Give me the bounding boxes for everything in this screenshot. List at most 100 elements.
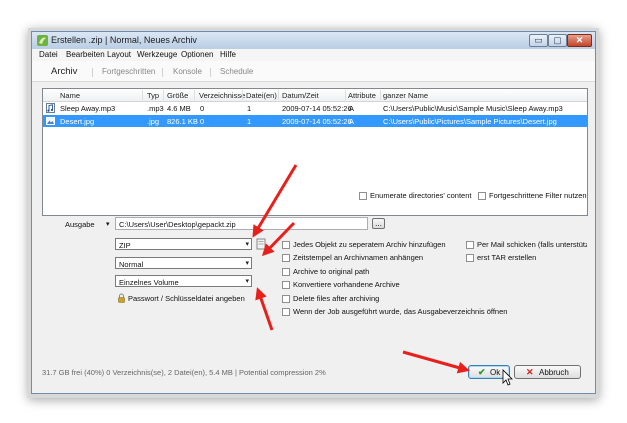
tar-first-checkbox[interactable] — [466, 254, 474, 262]
file-dirs: 0 — [200, 117, 205, 126]
option-label: Konvertiere vorhandene Archive — [293, 280, 400, 289]
enumerate-directories-label: Enumerate directories' content — [370, 191, 472, 200]
tab-archiv[interactable]: Archiv — [51, 66, 77, 77]
file-name: Desert.jpg — [60, 117, 95, 126]
menu-layout[interactable]: Layout — [107, 50, 131, 59]
column-separator — [278, 90, 279, 100]
format-combo[interactable]: ZIP ▾ — [115, 238, 252, 250]
checkmark-icon: ✔ — [478, 367, 486, 377]
file-full-path: C:\Users\Public\Music\Sample Music\Sleep… — [383, 104, 563, 113]
table-row[interactable]: Desert.jpg .jpg 826.1 KB 0 1 2009-07-14 … — [43, 115, 587, 127]
browse-button[interactable]: ... — [372, 218, 385, 229]
tab-separator — [162, 68, 163, 77]
menu-bearbeiten[interactable]: Bearbeiten — [66, 50, 105, 59]
title-bar[interactable]: Erstellen .zip | Normal, Neues Archiv ▭ … — [32, 32, 595, 50]
tab-separator — [210, 68, 211, 77]
settings-sheet-icon[interactable] — [256, 238, 266, 250]
tab-fortgeschritten[interactable]: Fortgeschritten — [102, 67, 155, 76]
file-date: 2009-07-14 05:52:26 — [282, 104, 352, 113]
volume-combo[interactable]: Einzelnes Volume ▾ — [115, 275, 252, 287]
minimize-button[interactable]: ▭ — [529, 34, 548, 47]
column-attribute[interactable]: Attribute — [348, 91, 376, 100]
tar-first-label: erst TAR erstellen — [477, 253, 537, 262]
option-checkbox[interactable] — [282, 295, 290, 303]
file-count: 1 — [247, 117, 252, 126]
column-separator — [242, 90, 243, 100]
output-label: Ausgabe — [65, 220, 95, 229]
menu-optionen[interactable]: Optionen — [181, 50, 213, 59]
menu-bar: Datei Bearbeiten Layout Werkzeuge Option… — [32, 49, 595, 61]
chevron-down-icon: ▾ — [245, 260, 249, 267]
main-window: Erstellen .zip | Normal, Neues Archiv ▭ … — [31, 31, 596, 394]
window-title: Erstellen .zip | Normal, Neues Archiv — [51, 35, 197, 45]
app-logo-icon — [37, 35, 48, 46]
maximize-button[interactable]: ▢ — [548, 34, 567, 47]
send-mail-checkbox[interactable] — [466, 241, 474, 249]
output-dropdown-icon[interactable]: ▾ — [106, 220, 110, 228]
enumerate-directories-checkbox[interactable] — [359, 192, 367, 200]
output-path-input[interactable]: C:\Users\User\Desktop\gepackt.zip — [115, 217, 368, 230]
chevron-down-icon: ▾ — [245, 241, 249, 248]
option-checkbox[interactable] — [282, 241, 290, 249]
close-button[interactable]: ✕ — [567, 34, 592, 47]
advanced-filter-label: Fortgeschrittene Filter nutzen — [489, 191, 587, 200]
column-datum[interactable]: Datum/Zeit — [282, 91, 319, 100]
close-icon: ✕ — [526, 367, 534, 377]
menu-hilfe[interactable]: Hilfe — [220, 50, 236, 59]
column-separator — [142, 90, 143, 100]
ok-label: Ok — [490, 368, 501, 377]
file-type: .jpg — [147, 117, 160, 126]
file-dirs: 0 — [200, 104, 205, 113]
file-attr: A — [349, 104, 355, 113]
column-verzeichnisse[interactable]: Verzeichnisse — [199, 91, 245, 100]
tab-schedule[interactable]: Schedule — [220, 67, 253, 76]
image-file-icon — [46, 117, 55, 125]
column-dateien[interactable]: Datei(en) — [246, 91, 277, 100]
option-label: Delete files after archiving — [293, 294, 380, 303]
cancel-label: Abbruch — [539, 368, 569, 377]
file-size: 4.6 MB — [167, 104, 191, 113]
level-value: Normal — [119, 259, 144, 269]
option-checkbox[interactable] — [282, 281, 290, 289]
column-ganzer-name[interactable]: ganzer Name — [383, 91, 428, 100]
column-groesse[interactable]: Größe — [167, 91, 188, 100]
column-separator — [345, 90, 346, 100]
password-link[interactable]: Passwort / Schlüsseldatei angeben — [128, 294, 245, 303]
advanced-filter-checkbox[interactable] — [478, 192, 486, 200]
file-type: .mp3 — [147, 104, 164, 113]
menu-datei[interactable]: Datei — [39, 50, 58, 59]
option-label: Wenn der Job ausgeführt wurde, das Ausga… — [293, 307, 508, 316]
column-separator — [163, 90, 164, 100]
column-name[interactable]: Name — [60, 91, 80, 100]
level-combo[interactable]: Normal ▾ — [115, 257, 252, 269]
file-attr: A — [349, 117, 355, 126]
option-checkbox[interactable] — [282, 268, 290, 276]
file-full-path: C:\Users\Public\Pictures\Sample Pictures… — [383, 117, 557, 126]
lock-icon — [118, 293, 125, 303]
table-row[interactable]: Sleep Away.mp3 .mp3 4.6 MB 0 1 2009-07-1… — [43, 102, 587, 114]
tab-separator — [92, 68, 93, 77]
cancel-button[interactable]: ✕ Abbruch — [514, 365, 581, 379]
ok-button[interactable]: ✔ Ok — [468, 365, 510, 379]
menu-werkzeuge[interactable]: Werkzeuge — [137, 50, 177, 59]
volume-value: Einzelnes Volume — [119, 277, 179, 287]
status-bar: 31.7 GB frei (40%) 0 Verzeichnis(se), 2 … — [42, 368, 326, 377]
option-label: Zeitstempel an Archivnamen anhängen — [293, 253, 424, 262]
file-count: 1 — [247, 104, 252, 113]
tab-bar: Archiv Fortgeschritten Konsole Schedule — [32, 61, 595, 82]
option-checkbox[interactable] — [282, 254, 290, 262]
column-separator — [194, 90, 195, 100]
option-checkbox[interactable] — [282, 308, 290, 316]
format-value: ZIP — [119, 240, 131, 250]
file-name: Sleep Away.mp3 — [60, 104, 116, 113]
option-label: Archive to original path — [293, 267, 370, 276]
file-list-header: Name Typ Größe Verzeichnisse Datei(en) D… — [43, 89, 587, 102]
column-typ[interactable]: Typ — [147, 91, 159, 100]
column-separator — [380, 90, 381, 100]
file-size: 826.1 KB — [167, 117, 198, 126]
option-label: Jedes Objekt zu seperatem Archiv hinzufü… — [293, 240, 446, 249]
audio-file-icon — [46, 103, 55, 113]
tab-konsole[interactable]: Konsole — [173, 67, 202, 76]
chevron-down-icon: ▾ — [245, 278, 249, 285]
file-date: 2009-07-14 05:52:26 — [282, 117, 352, 126]
